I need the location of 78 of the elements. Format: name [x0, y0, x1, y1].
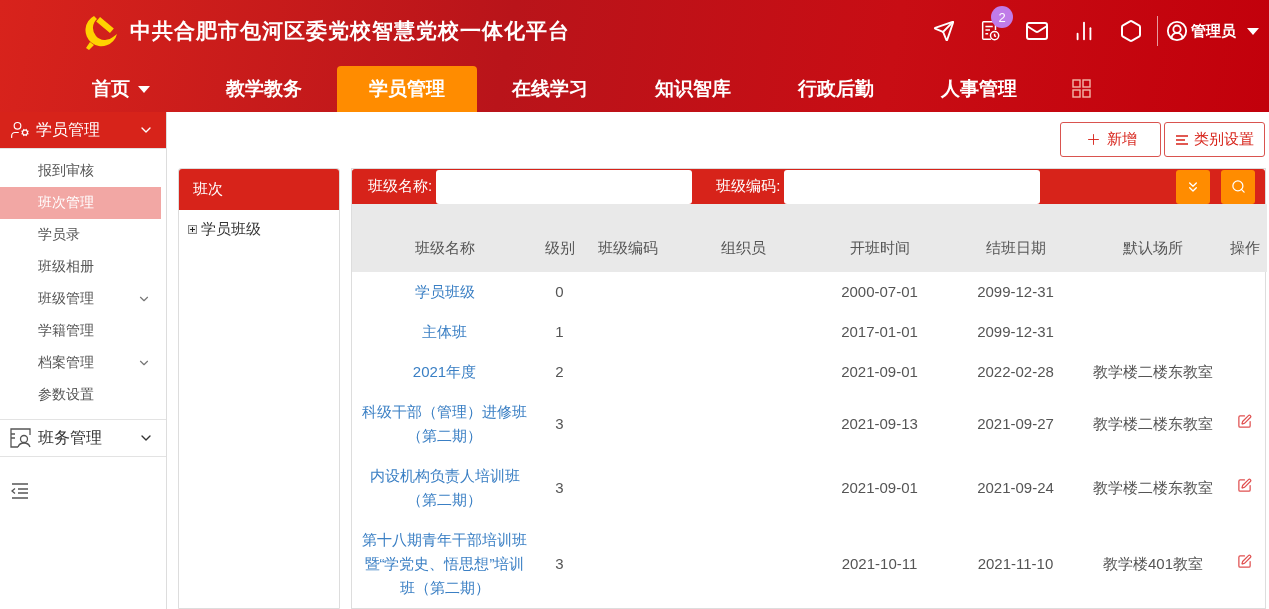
class-name-link[interactable]: 内设机构负责人培训班（第二期） — [352, 456, 537, 520]
table-cell-text: 2021-09-27 — [976, 414, 1055, 434]
nav-tab[interactable]: 行政后勤 — [766, 66, 906, 112]
platform-title: 中共合肥市包河区委党校智慧党校一体化平台 — [130, 17, 570, 45]
search-button[interactable] — [1221, 169, 1255, 204]
table-cell-text: 2017-01-01 — [840, 322, 919, 342]
add-button[interactable]: 新增 — [1060, 122, 1161, 157]
table-cell-text: 2021-11-10 — [976, 554, 1055, 574]
table-cell: 教学楼二楼东教室 — [1093, 363, 1213, 380]
notification-badge: 2 — [991, 6, 1013, 28]
sidebar-item[interactable]: 学籍管理 — [0, 315, 161, 347]
search-field[interactable] — [436, 169, 693, 204]
table-cell-text: 2021-09-24 — [976, 478, 1055, 498]
table-cell-text: 2021-10-11 — [840, 554, 919, 574]
sidebar-item[interactable]: 学员录 — [0, 219, 161, 251]
class-name-link[interactable]: 学员班级 — [352, 272, 537, 312]
apps-icon[interactable] — [1072, 79, 1092, 99]
edit-icon[interactable] — [1237, 478, 1252, 493]
field-label: 班级编码: — [716, 177, 781, 196]
expand-button[interactable] — [1176, 169, 1210, 204]
sidebar-item[interactable]: 班级相册 — [0, 251, 161, 283]
search-icon — [1230, 179, 1246, 194]
user-icon — [1166, 20, 1188, 42]
collapse-icon[interactable] — [11, 483, 29, 499]
column-header: 开班时间 — [812, 204, 947, 272]
nav-tab[interactable]: 教学教务 — [194, 66, 334, 112]
sidebar-item[interactable]: 参数设置 — [0, 379, 161, 411]
class-name-link[interactable]: 2021年度 — [352, 352, 537, 392]
schedule-button[interactable] — [979, 20, 1001, 42]
table-cell-text: 2021-09-13 — [840, 414, 919, 434]
table-cell-text: 1 — [554, 322, 565, 342]
schedule-icon — [979, 20, 1001, 42]
table-cell: 2099-12-31 — [947, 272, 1084, 312]
table-cell-text: 2021-09-01 — [840, 362, 919, 382]
table-cell: 0 — [537, 272, 582, 312]
table-cell: 2000-07-01 — [812, 272, 947, 312]
class-name-link[interactable]: 主体班 — [352, 312, 537, 352]
table-cell: 教学楼二楼东教室 — [1093, 479, 1213, 496]
table-cell-text: 2022-02-28 — [976, 362, 1055, 382]
sidebar-item[interactable]: 报到审核 — [0, 155, 161, 187]
class-name-link[interactable]: 第十八期青年干部培训班暨“学党史、悟思想”培训班（第二期） — [352, 520, 537, 608]
sidebar-item[interactable]: 班级管理 — [0, 283, 161, 315]
table-cell-text: 2 — [554, 362, 565, 382]
table-cell-text: 2021-09-01 — [840, 478, 919, 498]
column-header: 班级编码 — [582, 204, 674, 272]
class-name-link[interactable]: 科级干部（管理）进修班（第二期） — [352, 392, 537, 456]
table-cell-text: 3 — [554, 554, 565, 574]
plus-box-icon — [188, 225, 197, 234]
nav-tab[interactable]: 首页 — [51, 66, 191, 112]
user-gear-icon — [10, 120, 30, 140]
tree-node[interactable]: 学员班级 — [179, 210, 339, 239]
roster-icon — [10, 428, 32, 448]
panel-title: 班次 — [179, 169, 339, 210]
nav-tab[interactable]: 知识智库 — [623, 66, 763, 112]
column-header: 组织员 — [674, 204, 812, 272]
field-label: 班级名称: — [368, 177, 433, 196]
nav-tab[interactable]: 人事管理 — [909, 66, 1049, 112]
column-header: 班级名称 — [352, 204, 537, 272]
table-cell-text: 3 — [554, 414, 565, 434]
sidebar-item[interactable]: 档案管理 — [0, 347, 161, 379]
column-header: 结班日期 — [947, 204, 1084, 272]
send-icon[interactable] — [933, 20, 955, 42]
table-cell: 教学楼二楼东教室 — [1093, 415, 1213, 432]
column-header: 默认场所 — [1084, 204, 1222, 272]
user-menu[interactable]: 管理员 — [1166, 20, 1259, 42]
table-cell-text: 2099-12-31 — [976, 322, 1055, 342]
lines-icon — [1175, 133, 1189, 146]
edit-icon[interactable] — [1237, 554, 1252, 569]
column-header: 操作 — [1222, 204, 1267, 272]
category-button[interactable]: 类别设置 — [1164, 122, 1265, 157]
mail-icon[interactable] — [1025, 19, 1049, 43]
edit-icon[interactable] — [1237, 414, 1252, 429]
sidebar-group[interactable]: 学员管理 — [0, 112, 166, 149]
table-cell: 教学楼401教室 — [1103, 555, 1203, 572]
column-header: 级别 — [537, 204, 582, 272]
nav-tab[interactable]: 在线学习 — [480, 66, 620, 112]
table-cell-text: 3 — [554, 478, 565, 498]
search-field[interactable] — [784, 169, 1041, 204]
